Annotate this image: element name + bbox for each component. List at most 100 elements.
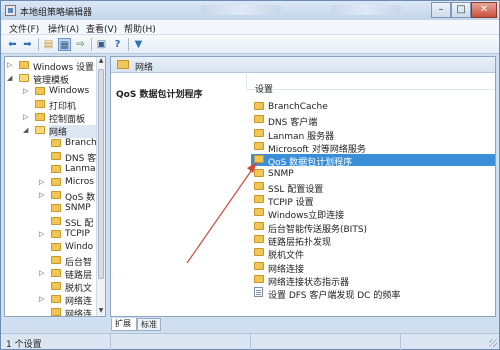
tree-item[interactable]: SSL 配 <box>5 215 99 229</box>
tree-item[interactable]: 后台智 <box>5 254 99 268</box>
tree-item[interactable]: ◢ 管理模板 <box>5 72 99 86</box>
collapse-arrow-icon[interactable]: ◢ <box>7 74 12 82</box>
settings-list: 设置 BranchCache DNS 客户端 Lanman 服务器 Microsoft… <box>246 74 495 301</box>
toolbar-separator <box>38 38 39 51</box>
obscured-region <box>331 5 401 15</box>
folder-icon <box>254 102 264 110</box>
list-item-label: 脱机文件 <box>268 251 305 262</box>
expand-arrow-icon[interactable]: ▷ <box>39 178 44 186</box>
folder-icon <box>254 261 264 270</box>
tab-standard[interactable]: 标准 <box>137 318 161 331</box>
list-item[interactable]: SNMP <box>251 168 495 180</box>
list-item[interactable]: DNS 客户端 <box>251 114 495 129</box>
list-item[interactable]: TCPIP 设置 <box>251 194 495 208</box>
details-header-title: 网络 <box>135 63 154 73</box>
list-item[interactable]: 后台智能传送服务(BITS) <box>251 221 495 235</box>
help-icon[interactable]: ? <box>111 38 124 51</box>
menu-action[interactable]: 操作(A) <box>48 22 79 35</box>
expand-arrow-icon[interactable]: ▷ <box>39 230 44 238</box>
tree-item[interactable]: ▷ 网络连 <box>5 293 99 307</box>
list-item-label: Microsoft 对等网络服务 <box>268 144 366 155</box>
filter-icon[interactable]: ▼ <box>132 38 145 51</box>
folder-icon <box>254 195 264 204</box>
tree-item[interactable]: ▷ Windows 设置 <box>5 59 99 73</box>
tree-item[interactable]: ▷ 控制面板 <box>5 111 99 125</box>
status-cell: 1 个设置 <box>1 334 111 350</box>
maximize-button[interactable]: □ <box>451 2 471 18</box>
list-item-label: 后台智能传送服务(BITS) <box>268 224 368 235</box>
tab-extended[interactable]: 扩展 <box>111 318 137 331</box>
list-item-label: 设置 DFS 客户端发现 DC 的频率 <box>268 291 401 302</box>
tree-item-label: Micros <box>65 177 94 187</box>
folder-icon <box>254 248 264 257</box>
tree-item[interactable]: 打印机 <box>5 98 99 112</box>
scroll-up-icon[interactable]: ▲ <box>97 57 105 66</box>
folder-icon <box>35 113 45 121</box>
tree-scrollbar[interactable]: ▲ ▼ <box>96 57 105 316</box>
folder-up-icon[interactable]: ▤ <box>42 38 55 51</box>
tree-item-label: TCPIP <box>65 229 90 239</box>
folder-icon <box>254 115 264 124</box>
status-bar: 1 个设置 <box>1 333 499 350</box>
expand-arrow-icon[interactable]: ▷ <box>7 61 12 69</box>
tree-item[interactable]: Lanmai <box>5 163 99 176</box>
list-item[interactable]: Lanman 服务器 <box>251 128 495 142</box>
title-bar[interactable]: 本地组策略编辑器 – □ ✕ <box>1 1 499 20</box>
tree-item[interactable]: SNMP <box>5 202 99 215</box>
folder-icon <box>51 191 61 199</box>
minimize-button[interactable]: – <box>431 2 451 18</box>
expand-arrow-icon[interactable]: ▷ <box>39 269 44 277</box>
list-item[interactable]: 网络连接 <box>251 261 495 275</box>
folder-icon <box>117 60 129 69</box>
list-item[interactable]: SSL 配置设置 <box>251 181 495 195</box>
list-column-header[interactable]: 设置 <box>246 74 495 95</box>
menu-file[interactable]: 文件(F) <box>9 22 39 35</box>
tree-item[interactable]: BranchC <box>5 137 99 150</box>
expand-arrow-icon[interactable]: ▷ <box>23 87 28 95</box>
tree-item[interactable]: ▷ 链路层 <box>5 267 99 281</box>
collapse-arrow-icon[interactable]: ◢ <box>23 126 28 134</box>
tree-item[interactable]: 网络连 <box>5 306 99 316</box>
forward-arrow-icon[interactable]: ➡ <box>21 38 34 51</box>
list-item-label: DNS 客户端 <box>268 118 318 129</box>
list-item[interactable]: 链路层拓扑发现 <box>251 234 495 248</box>
export-list-icon[interactable]: ⇨ <box>74 38 87 51</box>
obscured-region <box>201 5 281 15</box>
expand-arrow-icon[interactable]: ▷ <box>23 113 28 121</box>
menu-help[interactable]: 帮助(H) <box>124 22 156 35</box>
scrollbar-thumb[interactable] <box>98 69 104 279</box>
back-arrow-icon[interactable]: ⬅ <box>6 38 19 51</box>
tree-item[interactable]: ▷ Windows <box>5 85 99 98</box>
resize-grip[interactable] <box>489 339 497 347</box>
menu-view[interactable]: 查看(V) <box>86 22 117 35</box>
tree-item-label: BranchC <box>65 138 97 148</box>
expand-arrow-icon[interactable]: ▷ <box>39 295 44 303</box>
expand-arrow-icon[interactable]: ▷ <box>39 191 44 199</box>
tree-item[interactable]: ◢ 网络 <box>5 124 99 138</box>
list-item-label: SSL 配置设置 <box>268 184 324 195</box>
list-item[interactable]: BranchCache <box>251 101 495 113</box>
folder-icon <box>51 139 61 147</box>
tree-item[interactable]: 脱机文 <box>5 280 99 294</box>
list-item[interactable]: Microsoft 对等网络服务 <box>251 141 495 155</box>
tree-item-label: Lanmai <box>65 164 97 174</box>
list-item[interactable]: Windows立即连接 <box>251 207 495 221</box>
show-hide-tree-icon[interactable]: ▦ <box>58 38 71 51</box>
list-item-label: 网络连接 <box>268 264 305 275</box>
folder-icon <box>254 141 264 150</box>
folder-icon <box>51 282 61 290</box>
close-button[interactable]: ✕ <box>471 2 497 18</box>
tree-item[interactable]: ▷ QoS 数 <box>5 189 99 203</box>
list-item[interactable]: QoS 数据包计划程序 <box>251 154 495 168</box>
tree-item[interactable]: DNS 客 <box>5 150 99 164</box>
list-item[interactable]: 网络连接状态指示器 <box>251 274 495 288</box>
list-item[interactable]: 脱机文件 <box>251 247 495 262</box>
list-item[interactable]: 设置 DFS 客户端发现 DC 的频率 <box>251 287 495 302</box>
tree-item[interactable]: Windo <box>5 241 99 254</box>
tree-item[interactable]: ▷ Micros <box>5 176 99 189</box>
tree-item-label: SNMP <box>65 203 91 213</box>
scroll-down-icon[interactable]: ▼ <box>97 307 105 316</box>
tree-item[interactable]: ▷ TCPIP <box>5 228 99 241</box>
tree-pane[interactable]: ▷ Windows 设置 ◢ 管理模板 ▷ Windows 打印机 ▷ 控制面板 ◢ 网络 Branc… <box>4 56 106 317</box>
properties-icon[interactable]: ▣ <box>95 38 108 51</box>
